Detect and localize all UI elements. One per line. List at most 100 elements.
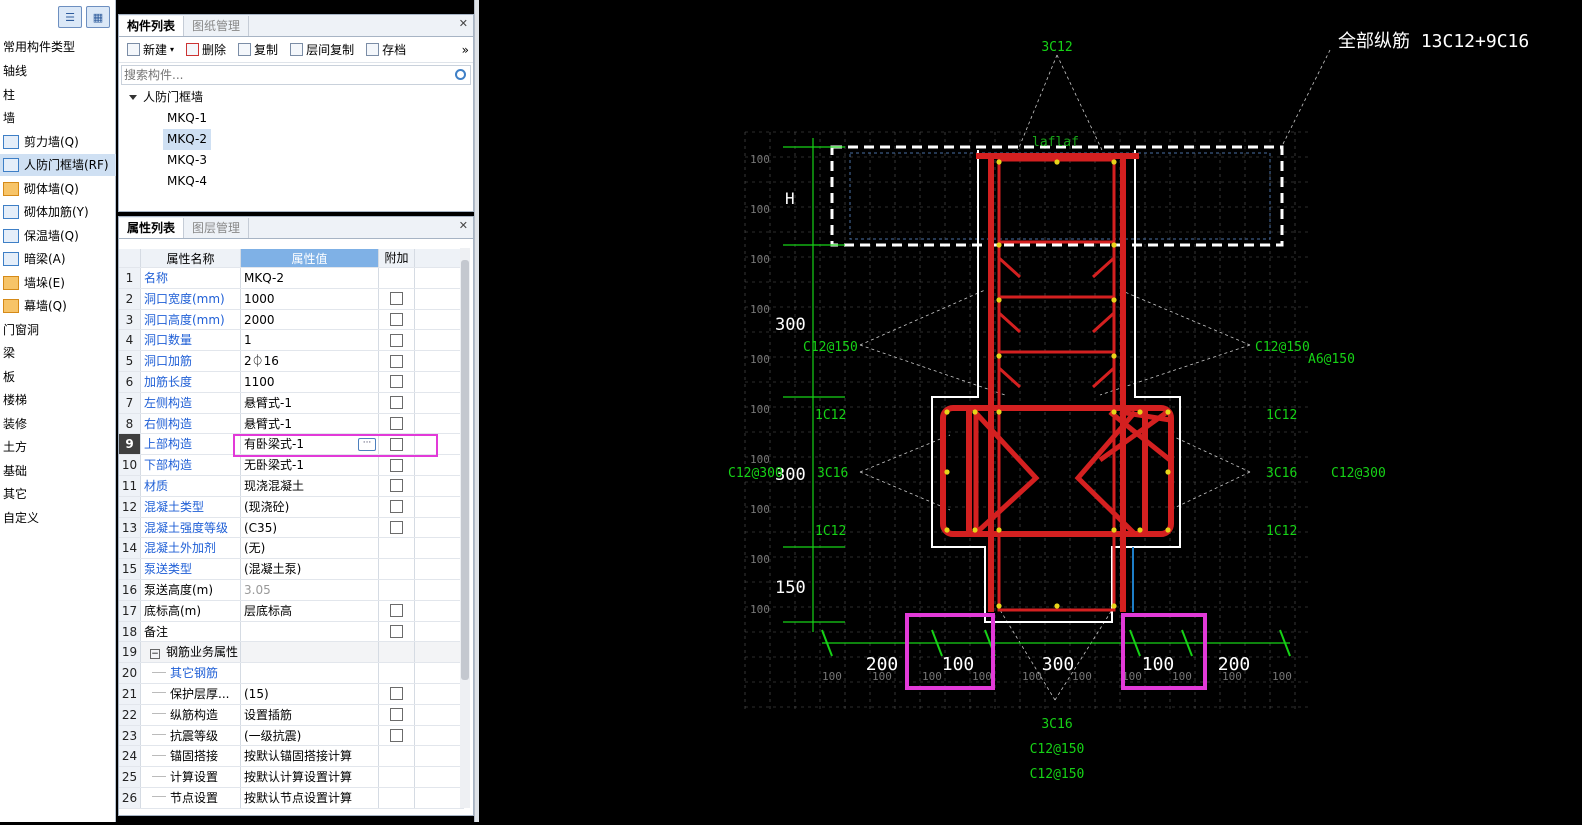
property-value[interactable]: 按默认节点设置计算 [241, 787, 379, 808]
search-icon[interactable] [455, 69, 466, 80]
tree-item-mkq-3[interactable]: MKQ-3 [163, 150, 211, 171]
table-row[interactable]: 22 纵筋构造 设置插筋 [119, 704, 464, 726]
property-value[interactable]: 无卧梁式-1 [241, 455, 379, 475]
floor-copy-button[interactable]: 层间复制 [286, 39, 358, 61]
table-row[interactable]: 18 备注 [119, 621, 464, 643]
table-row[interactable]: 2 洞口宽度(mm) 1000 [119, 288, 464, 310]
property-value[interactable]: 2⏀16 [241, 351, 379, 371]
property-value[interactable]: (无) [241, 538, 379, 559]
table-row[interactable]: 4 洞口数量 1 [119, 330, 464, 352]
nav-item[interactable]: 人防门框墙(RF) [0, 154, 116, 176]
nav-item[interactable]: 柱 [0, 84, 116, 106]
nav-item[interactable]: 门窗洞 [0, 319, 116, 341]
nav-item[interactable]: 基础 [0, 460, 116, 482]
table-row[interactable]: 7 左侧构造 悬臂式-1 [119, 392, 464, 414]
property-value[interactable]: 设置插筋 [241, 704, 379, 725]
attach-checkbox[interactable] [390, 520, 403, 534]
nav-item[interactable]: 轴线 [0, 60, 116, 82]
table-row[interactable]: 26 节点设置 按默认节点设置计算 [119, 787, 464, 809]
property-value[interactable]: 悬臂式-1 [241, 413, 379, 434]
close-icon[interactable]: ✕ [459, 17, 468, 30]
tree-item-mkq-2[interactable]: MKQ-2 [163, 129, 211, 150]
collapse-icon[interactable] [129, 95, 137, 100]
property-value[interactable]: 按默认锚固搭接计算 [241, 746, 379, 767]
tab-property-list[interactable]: 属性列表 [119, 218, 185, 238]
property-value[interactable] [241, 663, 379, 683]
nav-item[interactable]: 其它 [0, 483, 116, 505]
table-row[interactable]: 23 抗震等级 (一级抗震) [119, 725, 464, 747]
table-row[interactable]: 24 锚固搭接 按默认锚固搭接计算 [119, 746, 464, 768]
property-value[interactable]: 1000 [241, 288, 379, 309]
attach-checkbox[interactable] [390, 354, 403, 368]
attach-checkbox[interactable] [390, 396, 403, 410]
tab-layer-management[interactable]: 图层管理 [184, 218, 250, 238]
list-view-icon[interactable]: ☰ [58, 6, 82, 28]
nav-item[interactable]: 保温墙(Q) [0, 225, 116, 247]
attach-checkbox[interactable] [390, 333, 403, 347]
nav-item[interactable]: 墙垛(E) [0, 272, 116, 294]
property-value[interactable]: 1100 [241, 371, 379, 392]
property-value[interactable]: (C35) [241, 517, 379, 538]
tree-root[interactable]: 人防门框墙 [129, 87, 473, 108]
table-row[interactable]: 17 底标高(m) 层底标高 [119, 600, 464, 622]
table-row[interactable]: 12 混凝土类型 (现浇砼) [119, 496, 464, 518]
scrollbar-thumb[interactable] [461, 260, 469, 680]
nav-item[interactable]: 自定义 [0, 507, 116, 529]
archive-button[interactable]: 存档 [362, 39, 410, 61]
nav-item[interactable]: 装修 [0, 413, 116, 435]
search-input[interactable] [122, 66, 442, 84]
property-value[interactable]: 按默认计算设置计算 [241, 767, 379, 787]
new-button[interactable]: 新建 ▾ [123, 39, 178, 61]
nav-item[interactable]: 墙 [0, 107, 116, 129]
delete-button[interactable]: 删除 [182, 39, 230, 61]
table-row[interactable]: 25 计算设置 按默认计算设置计算 [119, 767, 464, 788]
attach-checkbox[interactable] [390, 708, 403, 722]
tree-item-mkq-4[interactable]: MKQ-4 [163, 171, 211, 192]
property-value[interactable]: (一级抗震) [241, 725, 379, 746]
attach-checkbox[interactable] [390, 728, 403, 742]
property-value[interactable]: 1 [241, 330, 379, 351]
attach-checkbox[interactable] [390, 375, 403, 389]
attach-checkbox[interactable] [390, 687, 403, 701]
tab-component-list[interactable]: 构件列表 [119, 16, 185, 36]
property-value[interactable] [241, 642, 379, 663]
tile-view-icon[interactable]: ▦ [86, 6, 110, 28]
nav-item[interactable]: 暗梁(A) [0, 248, 116, 270]
property-value[interactable]: (15) [241, 683, 379, 704]
table-row[interactable]: 6 加筋长度 1100 [119, 371, 464, 393]
table-row[interactable]: 8 右侧构造 悬臂式-1 [119, 413, 464, 435]
property-value[interactable]: 2000 [241, 309, 379, 330]
copy-button[interactable]: 复制 [234, 39, 282, 61]
close-icon[interactable]: ✕ [459, 219, 468, 232]
nav-item[interactable]: 土方 [0, 436, 116, 458]
nav-item[interactable]: 梁 [0, 342, 116, 364]
nav-item[interactable]: 砌体墙(Q) [0, 178, 116, 200]
table-row[interactable]: 16 泵送高度(m) 3.05 [119, 579, 464, 601]
table-row[interactable]: 14 混凝土外加剂 (无) [119, 538, 464, 560]
attach-checkbox[interactable] [390, 500, 403, 514]
table-row[interactable]: 20 其它钢筋 [119, 663, 464, 684]
nav-item[interactable]: 楼梯 [0, 389, 116, 411]
property-value[interactable]: (现浇砼) [241, 496, 379, 517]
nav-item[interactable]: 幕墙(Q) [0, 295, 116, 317]
table-row[interactable]: 15 泵送类型 (混凝土泵) [119, 559, 464, 580]
attach-checkbox[interactable] [390, 624, 403, 638]
table-row[interactable]: 1 名称 MKQ-2 [119, 268, 464, 289]
property-value[interactable] [241, 621, 379, 642]
attach-checkbox[interactable] [390, 604, 403, 618]
property-value[interactable]: 悬臂式-1 [241, 392, 379, 413]
attach-checkbox[interactable] [390, 416, 403, 430]
table-row[interactable]: 19− 钢筋业务属性 [119, 642, 464, 664]
property-value[interactable]: 现浇混凝土 [241, 475, 379, 496]
drawing-canvas[interactable]: 100 100 100 100 100 100 100 100 100 100 100 100 100 1… [480, 0, 1582, 822]
table-row[interactable]: 13 混凝土强度等级 (C35) [119, 517, 464, 539]
table-row[interactable]: 5 洞口加筋 2⏀16 [119, 351, 464, 372]
table-row[interactable]: 11 材质 现浇混凝土 [119, 475, 464, 497]
more-toolbar-button[interactable]: » [458, 39, 473, 61]
table-row[interactable]: 21 保护层厚... (15) [119, 683, 464, 705]
nav-item[interactable]: 板 [0, 366, 116, 388]
attach-checkbox[interactable] [390, 479, 403, 493]
collapse-icon[interactable]: − [150, 649, 160, 660]
property-value[interactable]: MKQ-2 [241, 268, 379, 288]
table-row[interactable]: 10 下部构造 无卧梁式-1 [119, 455, 464, 476]
